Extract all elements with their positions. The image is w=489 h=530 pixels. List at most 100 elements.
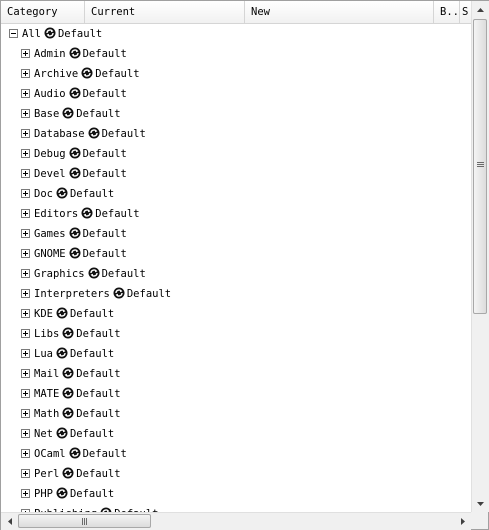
tree-row[interactable]: PHP Default (21, 484, 114, 504)
expand-icon[interactable] (21, 408, 30, 418)
column-header-category[interactable]: Category (1, 1, 85, 23)
vertical-scroll-thumb[interactable] (473, 19, 487, 314)
refresh-icon[interactable] (69, 167, 81, 179)
tree-row[interactable]: Perl Default (21, 464, 121, 484)
column-header-current[interactable]: Current (85, 1, 245, 23)
tree-row[interactable]: Editors Default (21, 204, 140, 224)
scroll-down-button[interactable] (472, 495, 489, 512)
current-value: Default (101, 268, 146, 280)
tree-row[interactable]: GNOME Default (21, 244, 127, 264)
horizontal-scroll-thumb[interactable] (18, 514, 151, 528)
refresh-icon[interactable] (69, 447, 81, 459)
expand-icon[interactable] (21, 328, 30, 338)
tree-row[interactable]: Lua Default (21, 344, 114, 364)
refresh-icon[interactable] (44, 27, 56, 39)
tree-row[interactable]: Base Default (21, 104, 121, 124)
expand-icon[interactable] (21, 468, 30, 478)
expand-icon[interactable] (21, 268, 30, 278)
tree-row[interactable]: Devel Default (21, 164, 127, 184)
refresh-icon[interactable] (56, 347, 68, 359)
current-value: Default (76, 468, 121, 480)
refresh-icon[interactable] (69, 87, 81, 99)
expand-icon[interactable] (21, 128, 30, 138)
current-value: Default (82, 228, 127, 240)
refresh-icon[interactable] (69, 147, 81, 159)
tree-row[interactable]: Libs Default (21, 324, 121, 344)
refresh-icon[interactable] (62, 327, 74, 339)
refresh-icon[interactable] (56, 187, 68, 199)
expand-icon[interactable] (21, 428, 30, 438)
expand-icon[interactable] (21, 308, 30, 318)
expand-icon[interactable] (21, 228, 30, 238)
column-header-s[interactable]: S (460, 1, 471, 23)
current-value: Default (82, 48, 127, 60)
refresh-icon[interactable] (62, 467, 74, 479)
scroll-right-button[interactable] (454, 513, 471, 530)
category-label: Editors (34, 208, 79, 220)
expand-icon[interactable] (21, 388, 30, 398)
refresh-icon[interactable] (62, 107, 74, 119)
tree-row[interactable]: Admin Default (21, 44, 127, 64)
refresh-icon[interactable] (69, 227, 81, 239)
refresh-icon[interactable] (62, 367, 74, 379)
column-header-new[interactable]: New (245, 1, 434, 23)
category-label: Doc (34, 188, 53, 200)
tree-row[interactable]: OCaml Default (21, 444, 127, 464)
tree-row[interactable]: Archive Default (21, 64, 140, 84)
tree-row[interactable]: MATE Default (21, 384, 121, 404)
expand-icon[interactable] (21, 148, 30, 158)
tree-row[interactable]: Math Default (21, 404, 121, 424)
tree-row[interactable]: Games Default (21, 224, 127, 244)
expand-icon[interactable] (21, 88, 30, 98)
refresh-icon[interactable] (88, 127, 100, 139)
tree-row[interactable]: Net Default (21, 424, 114, 444)
tree-row[interactable]: Graphics Default (21, 264, 146, 284)
tree-row[interactable]: Doc Default (21, 184, 114, 204)
expand-icon[interactable] (21, 288, 30, 298)
refresh-icon[interactable] (113, 287, 125, 299)
tree-row[interactable]: Database Default (21, 124, 146, 144)
scroll-left-button[interactable] (1, 513, 18, 530)
tree-row[interactable]: Debug Default (21, 144, 127, 164)
category-label: Base (34, 108, 60, 120)
refresh-icon[interactable] (88, 267, 100, 279)
refresh-icon[interactable] (69, 47, 81, 59)
expand-icon[interactable] (21, 168, 30, 178)
refresh-icon[interactable] (62, 387, 74, 399)
current-value: Default (95, 68, 140, 80)
tree-row[interactable]: KDE Default (21, 304, 114, 324)
refresh-icon[interactable] (81, 67, 93, 79)
refresh-icon[interactable] (56, 487, 68, 499)
refresh-icon[interactable] (56, 307, 68, 319)
expand-icon[interactable] (21, 448, 30, 458)
current-value: Default (82, 248, 127, 260)
expand-icon[interactable] (21, 48, 30, 58)
refresh-icon[interactable] (81, 207, 93, 219)
expand-icon[interactable] (21, 248, 30, 258)
refresh-icon[interactable] (69, 247, 81, 259)
scrollbar-corner (471, 512, 488, 529)
tree-row[interactable]: Mail Default (21, 364, 121, 384)
expand-icon[interactable] (21, 368, 30, 378)
tree-row[interactable]: Interpreters Default (21, 284, 171, 304)
tree-row[interactable]: Audio Default (21, 84, 127, 104)
category-label: Interpreters (34, 288, 110, 300)
horizontal-scrollbar[interactable] (1, 512, 471, 530)
expand-icon[interactable] (21, 488, 30, 498)
current-value: Default (76, 328, 121, 340)
category-label: Debug (34, 148, 66, 160)
expand-icon[interactable] (21, 108, 30, 118)
expand-icon[interactable] (21, 208, 30, 218)
expand-icon[interactable] (21, 348, 30, 358)
collapse-icon[interactable] (9, 28, 18, 38)
expand-icon[interactable] (21, 68, 30, 78)
category-label: MATE (34, 388, 60, 400)
category-tree[interactable]: All Default Admin Default Archive Default Aud… (1, 24, 471, 513)
scroll-up-button[interactable] (472, 1, 489, 18)
refresh-icon[interactable] (62, 407, 74, 419)
column-header-b[interactable]: B.. (434, 1, 460, 23)
refresh-icon[interactable] (56, 427, 68, 439)
vertical-scrollbar[interactable] (471, 1, 489, 512)
tree-root-row[interactable]: All Default (9, 24, 102, 44)
expand-icon[interactable] (21, 188, 30, 198)
